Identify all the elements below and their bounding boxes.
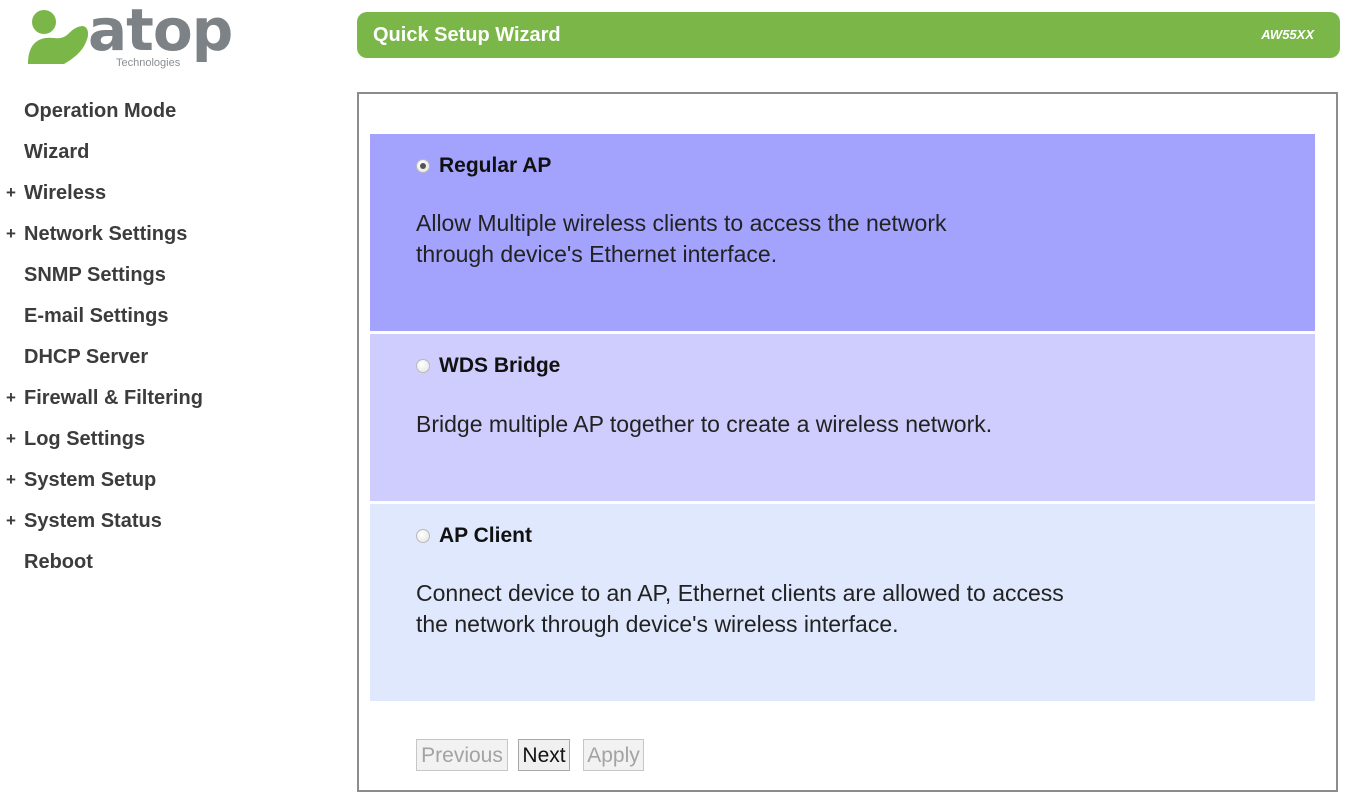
apply-button[interactable]: Apply	[583, 739, 644, 771]
wizard-panel: Regular AP Allow Multiple wireless clien…	[357, 92, 1338, 792]
sidebar-item-label: Operation Mode	[24, 100, 177, 122]
expand-plus-icon: +	[6, 429, 16, 448]
sidebar-item-system-status[interactable]: + System Status	[0, 502, 330, 543]
sidebar-item-label: E-mail Settings	[24, 305, 169, 327]
sidebar-item-label: Firewall & Filtering	[24, 387, 203, 409]
wizard-option-regular-ap[interactable]: Regular AP Allow Multiple wireless clien…	[370, 134, 1315, 331]
sidebar-item-wireless[interactable]: + Wireless	[0, 174, 330, 215]
expand-plus-icon: +	[6, 183, 16, 202]
option-description-line: Bridge multiple AP together to create a …	[416, 411, 993, 437]
atop-logo: atop Technologies	[24, 0, 239, 74]
next-button[interactable]: Next	[518, 739, 570, 771]
sidebar-nav: Operation Mode Wizard + Wireless + Netwo…	[0, 92, 330, 584]
option-description-line: Allow Multiple wireless clients to acces…	[416, 210, 947, 236]
sidebar-item-label: Log Settings	[24, 428, 146, 450]
sidebar-item-dhcp-server[interactable]: DHCP Server	[0, 338, 330, 379]
sidebar-item-reboot[interactable]: Reboot	[0, 543, 330, 584]
option-description-line: Connect device to an AP, Ethernet client…	[416, 580, 1064, 606]
option-title: WDS Bridge	[439, 354, 561, 377]
sidebar-item-firewall-filtering[interactable]: + Firewall & Filtering	[0, 379, 330, 420]
page-header-bar: Quick Setup Wizard AW55XX	[357, 12, 1340, 58]
logo-mark-icon	[28, 10, 89, 64]
radio-ap-client[interactable]	[416, 529, 430, 543]
sidebar-item-email-settings[interactable]: E-mail Settings	[0, 297, 330, 338]
sidebar-item-label: System Setup	[24, 469, 157, 491]
option-title: Regular AP	[439, 154, 552, 177]
expand-plus-icon: +	[6, 224, 16, 243]
sidebar-item-snmp-settings[interactable]: SNMP Settings	[0, 256, 330, 297]
option-description-line: the network through device's wireless in…	[416, 611, 899, 637]
sidebar-item-network-settings[interactable]: + Network Settings	[0, 215, 330, 256]
radio-wds-bridge[interactable]	[416, 359, 430, 373]
logo-subtitle: Technologies	[116, 57, 181, 69]
option-description-line: through device's Ethernet interface.	[416, 241, 778, 267]
sidebar-item-label: Network Settings	[24, 223, 188, 245]
previous-button[interactable]: Previous	[416, 739, 508, 771]
sidebar-item-label: System Status	[24, 510, 162, 532]
sidebar-item-system-setup[interactable]: + System Setup	[0, 461, 330, 502]
radio-selected-dot-icon	[420, 163, 426, 169]
sidebar-item-log-settings[interactable]: + Log Settings	[0, 420, 330, 461]
logo-wordmark: atop	[88, 0, 233, 64]
sidebar-item-label: DHCP Server	[24, 346, 149, 368]
sidebar-item-wizard[interactable]: Wizard	[0, 133, 330, 174]
page-title: Quick Setup Wizard	[373, 24, 561, 46]
expand-plus-icon: +	[6, 511, 16, 530]
expand-plus-icon: +	[6, 470, 16, 489]
wizard-option-wds-bridge[interactable]: WDS Bridge Bridge multiple AP together t…	[370, 334, 1315, 501]
sidebar-item-label: Wireless	[24, 182, 107, 204]
option-title: AP Client	[439, 524, 532, 547]
sidebar-item-operation-mode[interactable]: Operation Mode	[0, 92, 330, 133]
sidebar-item-label: SNMP Settings	[24, 264, 166, 286]
sidebar-item-label: Wizard	[24, 141, 90, 163]
sidebar-item-label: Reboot	[24, 551, 93, 573]
device-model-label: AW55XX	[1261, 27, 1314, 42]
radio-regular-ap[interactable]	[416, 159, 430, 173]
wizard-option-ap-client[interactable]: AP Client Connect device to an AP, Ether…	[370, 504, 1315, 701]
expand-plus-icon: +	[6, 388, 16, 407]
